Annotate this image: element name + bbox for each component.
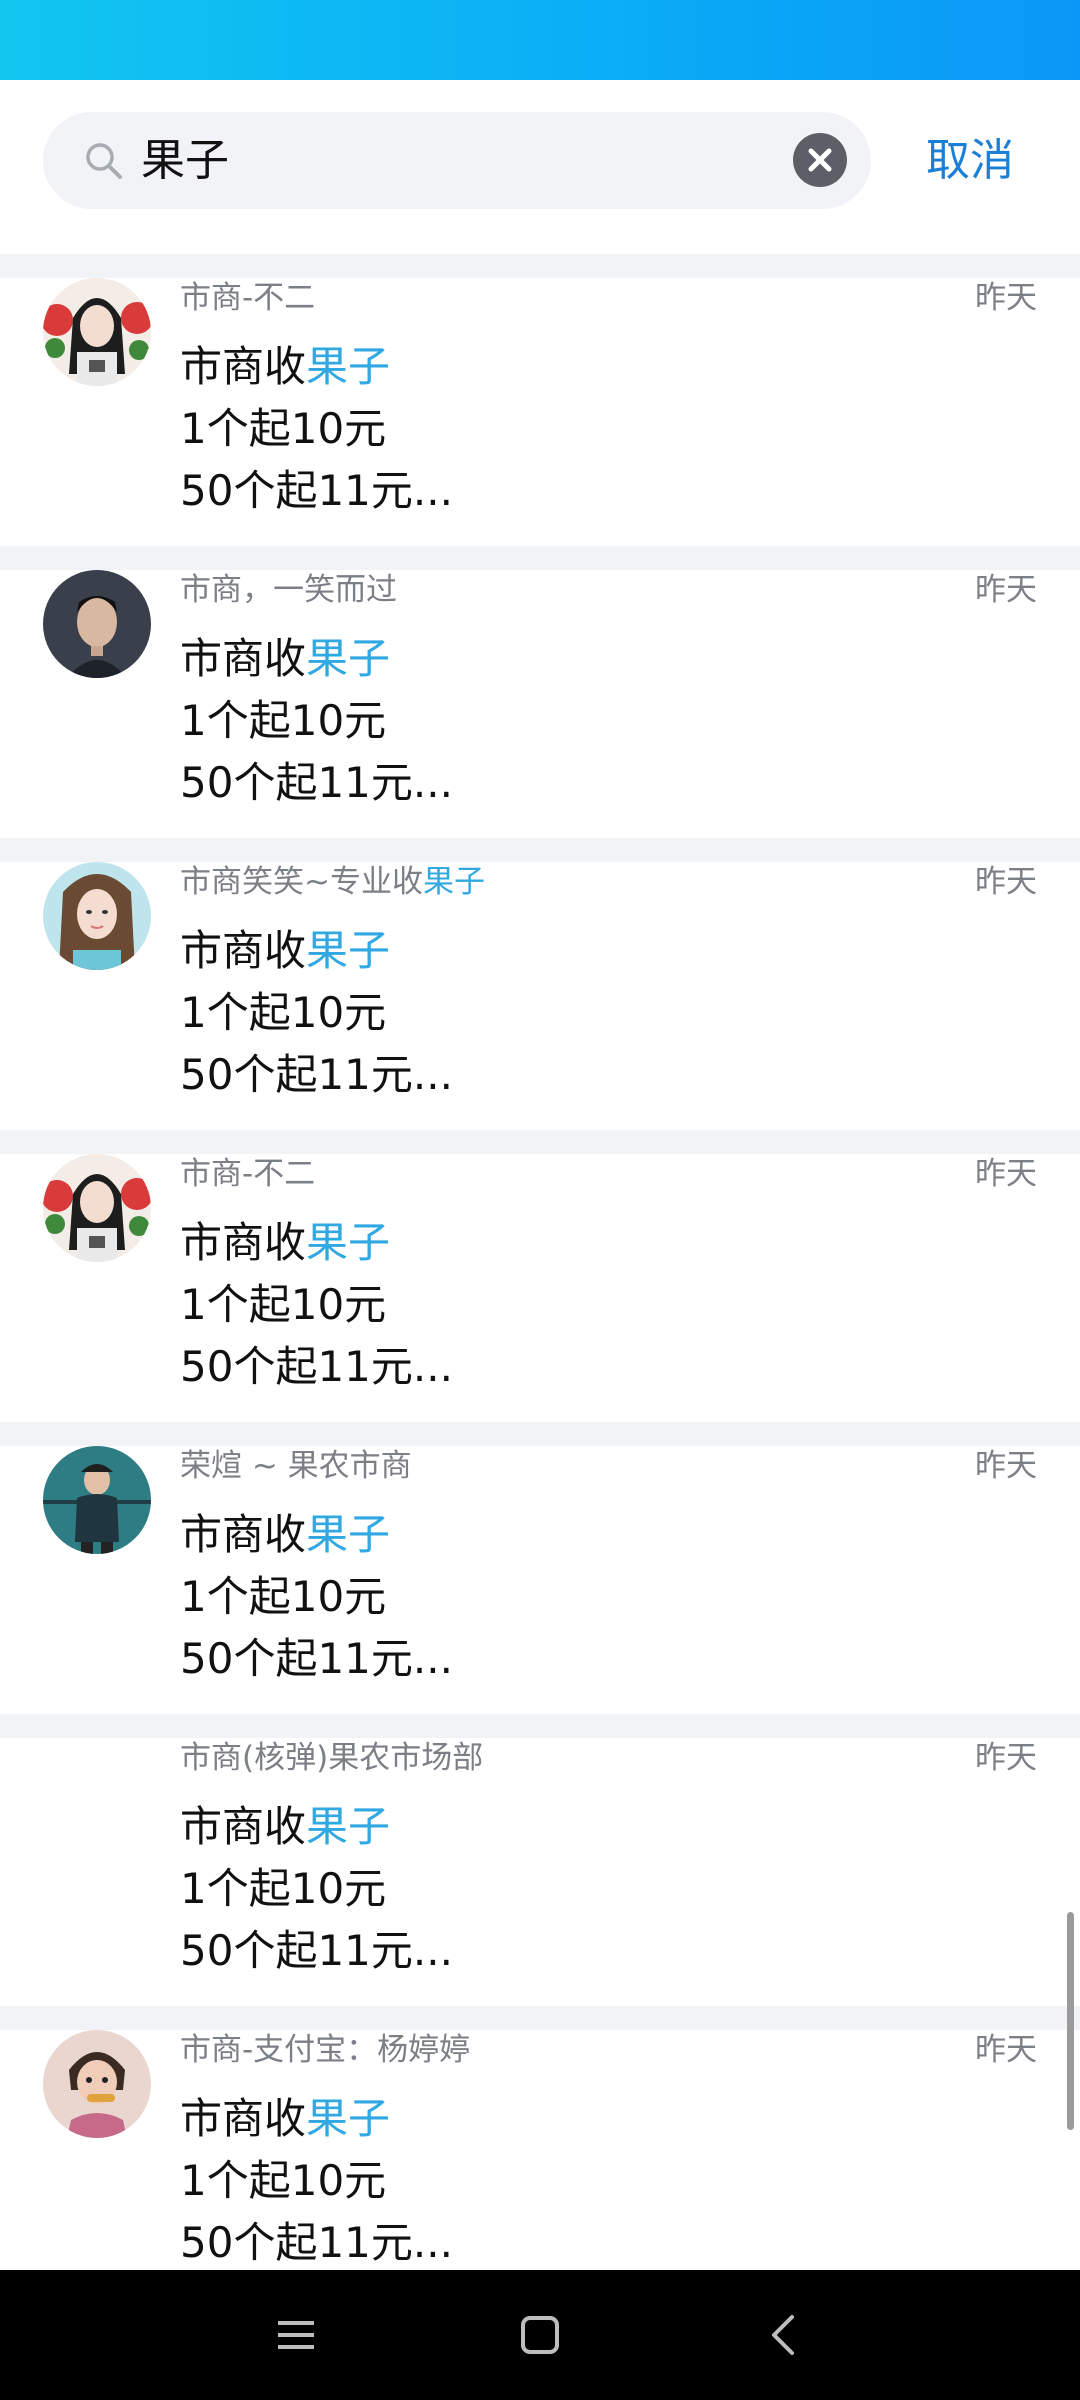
divider bbox=[0, 1130, 1080, 1154]
contact-name: 市商，一笑而过 bbox=[180, 572, 397, 608]
child-teal-avatar[interactable] bbox=[43, 1446, 151, 1554]
clear-search-icon[interactable] bbox=[793, 133, 847, 187]
man-portrait-avatar[interactable] bbox=[43, 570, 151, 678]
message-time: 昨天 bbox=[975, 2032, 1037, 2068]
message-preview: 市商收果子 1个起10元 50个起11元... bbox=[180, 628, 453, 814]
cancel-button[interactable]: 取消 bbox=[926, 112, 1014, 209]
message-time: 昨天 bbox=[975, 280, 1037, 316]
girl-roses-avatar[interactable] bbox=[43, 278, 151, 386]
contact-name: 市商笑笑~专业收果子 bbox=[180, 864, 485, 900]
menu-icon[interactable] bbox=[256, 2295, 336, 2375]
divider bbox=[0, 1422, 1080, 1446]
result-item[interactable]: 市商-不二 昨天市商收果子 1个起10元 50个起11元... bbox=[0, 278, 1080, 546]
scrollbar[interactable] bbox=[1067, 1912, 1074, 2130]
navigation-bar bbox=[0, 2270, 1080, 2400]
message-preview: 市商收果子 1个起10元 50个起11元... bbox=[180, 336, 453, 522]
message-line-2: 1个起10元 bbox=[180, 404, 387, 453]
search-icon bbox=[83, 140, 125, 182]
message-time: 昨天 bbox=[975, 864, 1037, 900]
girl-roses-avatar[interactable] bbox=[43, 1154, 151, 1262]
keyword-highlight: 果子 bbox=[306, 926, 391, 975]
message-line-3: 50个起11元... bbox=[180, 758, 453, 807]
keyword-highlight: 果子 bbox=[306, 342, 391, 391]
divider bbox=[0, 838, 1080, 862]
message-preview: 市商收果子 1个起10元 50个起11元... bbox=[180, 1212, 453, 1398]
message-line-1: 市商收果子 bbox=[180, 926, 391, 975]
message-line-3: 50个起11元... bbox=[180, 1342, 453, 1391]
keyword-highlight: 果子 bbox=[306, 1510, 391, 1559]
search-results-list: 市商-不二 昨天 市商收果子 1个起10元 50个起11元... 市商，一笑而过 昨天 市商… bbox=[0, 254, 1080, 2270]
message-preview: 市商收果子 1个起10元 50个起11元... bbox=[180, 2088, 453, 2270]
keyword-highlight: 果子 bbox=[306, 1802, 391, 1851]
child-photo-avatar[interactable] bbox=[43, 2030, 151, 2138]
home-square-icon[interactable] bbox=[500, 2295, 580, 2375]
message-line-1: 市商收果子 bbox=[180, 1510, 391, 1559]
result-item[interactable]: 荣煊 ~ 果农市商 昨天市商收果子 1个起10元 50个起11元... bbox=[0, 1446, 1080, 1714]
message-preview: 市商收果子 1个起10元 50个起11元... bbox=[180, 1504, 453, 1690]
contact-name: 市商-不二 bbox=[180, 280, 316, 316]
message-line-1: 市商收果子 bbox=[180, 2094, 391, 2143]
divider bbox=[0, 1714, 1080, 1738]
result-item[interactable]: 市商-支付宝：杨婷婷 昨天市商收果子 1个起10元 50个起11元... bbox=[0, 2030, 1080, 2270]
name-highlight: 果子 bbox=[422, 864, 485, 900]
message-line-3: 50个起11元... bbox=[180, 1926, 453, 1975]
woman-portrait-avatar[interactable] bbox=[43, 862, 151, 970]
result-item[interactable]: 市商笑笑~专业收果子 昨天市商收果子 1个起10元 50个起11元... bbox=[0, 862, 1080, 1130]
message-time: 昨天 bbox=[975, 1448, 1037, 1484]
message-line-2: 1个起10元 bbox=[180, 988, 387, 1037]
search-header: 果子 取消 bbox=[0, 80, 1080, 254]
message-line-3: 50个起11元... bbox=[180, 466, 453, 515]
message-line-3: 50个起11元... bbox=[180, 1050, 453, 1099]
search-box[interactable]: 果子 bbox=[43, 112, 871, 209]
message-line-1: 市商收果子 bbox=[180, 634, 391, 683]
message-line-3: 50个起11元... bbox=[180, 2218, 453, 2267]
contact-name: 市商-支付宝：杨婷婷 bbox=[180, 2032, 471, 2068]
contact-name: 市商(核弹)果农市场部 bbox=[180, 1740, 484, 1776]
keyword-highlight: 果子 bbox=[306, 2094, 391, 2143]
message-line-2: 1个起10元 bbox=[180, 2156, 387, 2205]
keyword-highlight: 果子 bbox=[306, 634, 391, 683]
result-item[interactable]: 市商-不二 昨天市商收果子 1个起10元 50个起11元... bbox=[0, 1154, 1080, 1422]
message-line-2: 1个起10元 bbox=[180, 1280, 387, 1329]
message-preview: 市商收果子 1个起10元 50个起11元... bbox=[180, 1796, 453, 1982]
message-line-2: 1个起10元 bbox=[180, 1864, 387, 1913]
message-line-1: 市商收果子 bbox=[180, 342, 391, 391]
result-item[interactable]: 市商，一笑而过 昨天市商收果子 1个起10元 50个起11元... bbox=[0, 570, 1080, 838]
divider bbox=[0, 2006, 1080, 2030]
message-line-1: 市商收果子 bbox=[180, 1802, 391, 1851]
message-line-3: 50个起11元... bbox=[180, 1634, 453, 1683]
message-time: 昨天 bbox=[975, 572, 1037, 608]
message-line-1: 市商收果子 bbox=[180, 1218, 391, 1267]
contact-name: 市商-不二 bbox=[180, 1156, 316, 1192]
message-line-2: 1个起10元 bbox=[180, 1572, 387, 1621]
status-bar bbox=[0, 0, 1080, 80]
contact-name: 荣煊 ~ 果农市商 bbox=[180, 1448, 412, 1484]
keyword-highlight: 果子 bbox=[306, 1218, 391, 1267]
message-time: 昨天 bbox=[975, 1740, 1037, 1776]
divider bbox=[0, 546, 1080, 570]
back-chevron-icon[interactable] bbox=[744, 2295, 824, 2375]
search-input[interactable]: 果子 bbox=[141, 112, 229, 209]
divider bbox=[0, 254, 1080, 278]
result-item[interactable]: 市商(核弹)果农市场部 昨天市商收果子 1个起10元 50个起11元... bbox=[0, 1738, 1080, 2006]
message-line-2: 1个起10元 bbox=[180, 696, 387, 745]
message-preview: 市商收果子 1个起10元 50个起11元... bbox=[180, 920, 453, 1106]
message-time: 昨天 bbox=[975, 1156, 1037, 1192]
